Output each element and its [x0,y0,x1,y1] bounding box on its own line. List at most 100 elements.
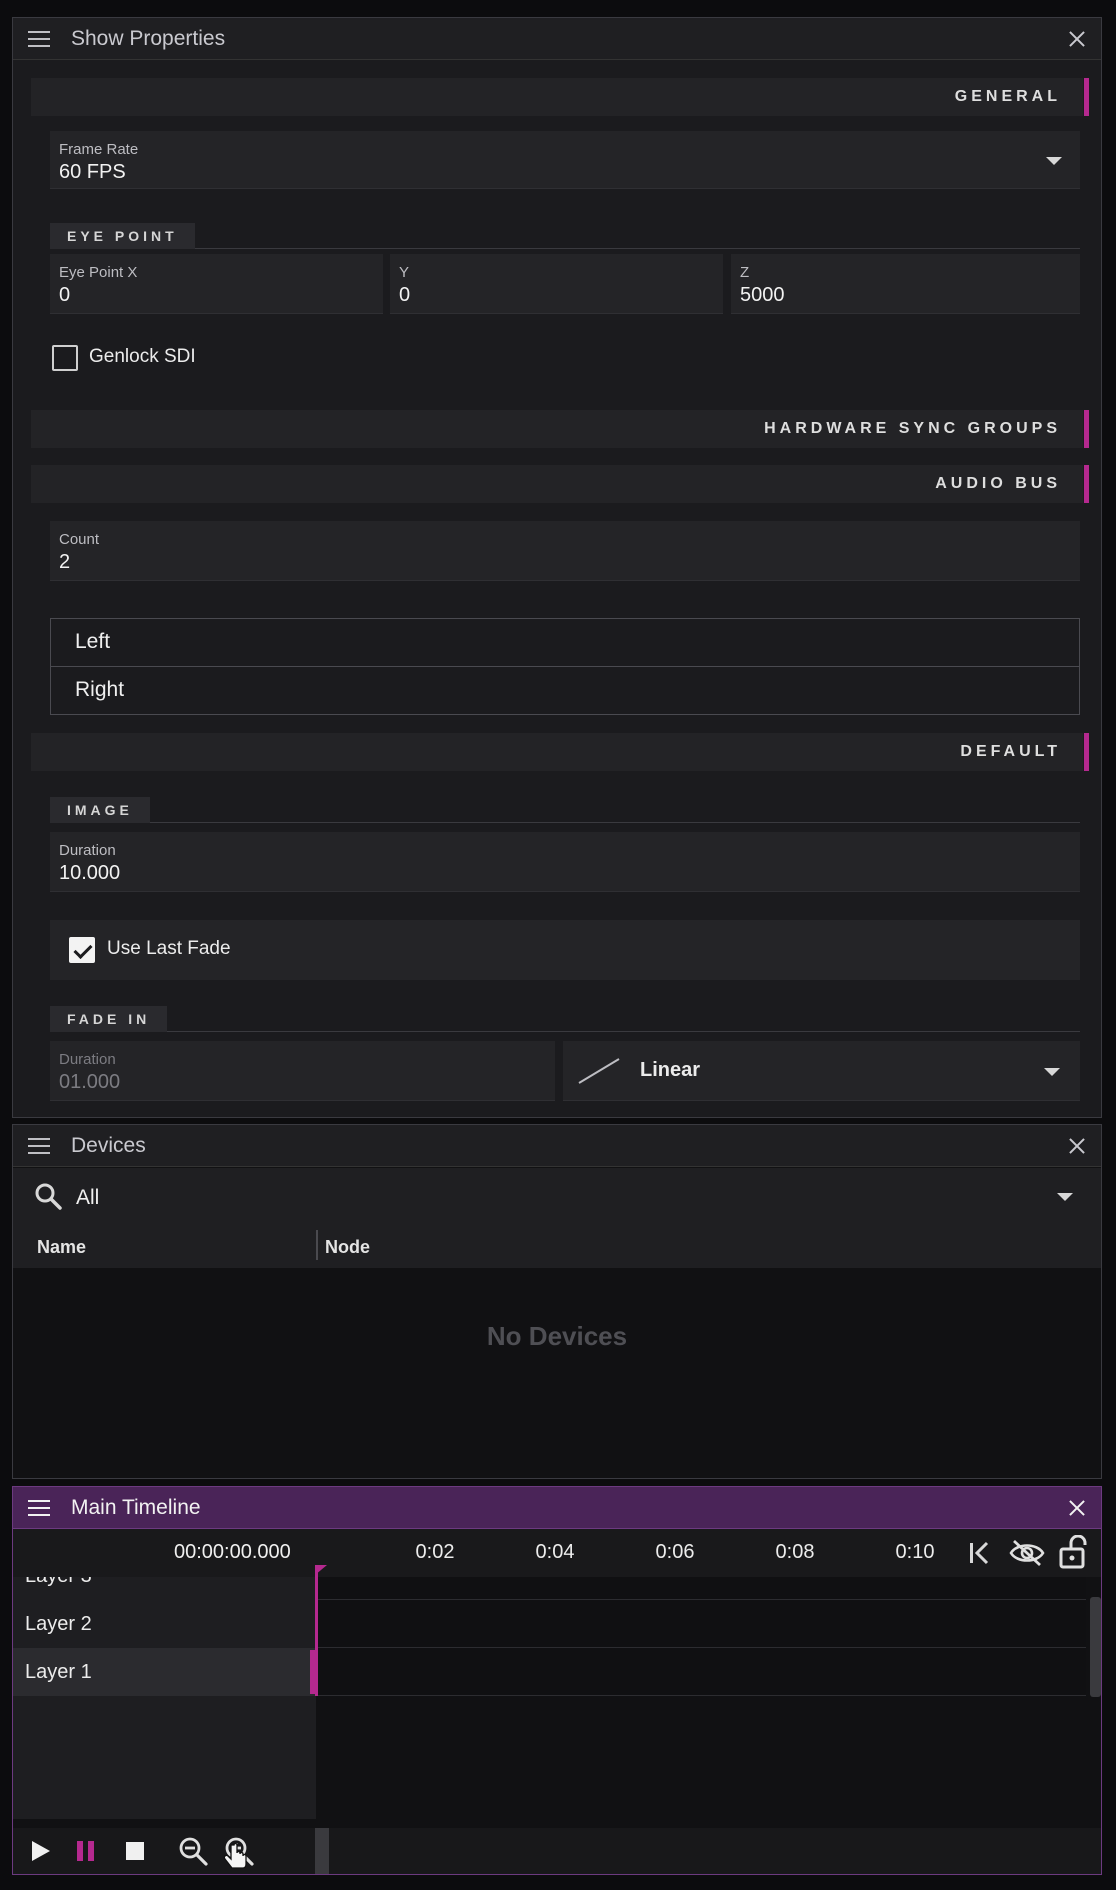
zoom-out-icon[interactable] [178,1836,208,1866]
tick-label: 0:06 [655,1541,695,1563]
audio-count-field[interactable]: Count 2 [50,521,1080,581]
column-name[interactable]: Name [37,1237,86,1258]
track-row[interactable] [316,1577,1086,1600]
visibility-off-icon[interactable] [1009,1538,1045,1568]
fade-in-duration-value: 01.000 [59,1071,121,1093]
eye-point-label: EYE POINT [50,223,195,249]
menu-icon[interactable] [28,30,50,47]
fade-in-subheader: FADE IN [50,1006,1080,1032]
eye-point-x-field[interactable]: Eye Point X 0 [50,254,383,314]
image-duration-value: 10.000 [59,862,121,884]
section-accent [1084,733,1089,771]
tick-label: 0:10 [895,1541,935,1563]
frame-rate-value: 60 FPS [59,161,126,183]
playhead[interactable] [315,1567,318,1696]
close-icon[interactable] [1067,29,1087,49]
chevron-down-icon [1046,157,1062,165]
play-icon[interactable] [29,1839,53,1863]
hand-cursor-icon [223,1842,247,1869]
genlock-sdi-label: Genlock SDI [89,346,196,367]
chevron-down-icon [1057,1193,1073,1201]
tick-label: 0:08 [775,1541,815,1563]
use-last-fade-label: Use Last Fade [107,938,231,959]
track-scrollbar[interactable] [1090,1597,1101,1697]
fade-in-label: FADE IN [50,1006,168,1032]
timeline-titlebar: Main Timeline [13,1487,1101,1529]
column-node[interactable]: Node [325,1237,370,1258]
layer-row[interactable]: Layer 1 [13,1648,315,1696]
track-area[interactable] [316,1577,1101,1819]
eye-point-x-value: 0 [59,284,71,306]
timecode-display: 00:00:00.000 [174,1541,291,1563]
transport-bar [13,1828,1101,1874]
eye-point-y-field[interactable]: Y 0 [390,254,723,314]
menu-icon[interactable] [28,1499,50,1516]
image-label: IMAGE [50,797,150,823]
linear-curve-icon [578,1058,620,1084]
section-hardware-sync-groups[interactable]: HARDWARE SYNC GROUPS [31,410,1089,448]
section-default-label: DEFAULT [960,743,1061,760]
section-default[interactable]: DEFAULT [31,733,1089,771]
section-general-label: GENERAL [954,88,1061,105]
use-last-fade-checkbox[interactable] [69,937,95,963]
device-filter-value: All [76,1186,100,1209]
close-icon[interactable] [1067,1136,1087,1156]
eye-point-x-label: Eye Point X [59,264,138,281]
section-accent [1084,465,1089,503]
layer-row[interactable]: Layer 2 [13,1600,315,1648]
layer-row[interactable]: Layer 3 [13,1577,315,1600]
pause-icon[interactable] [74,1839,98,1863]
search-icon [35,1183,62,1210]
eye-point-z-label: Z [740,264,750,281]
fade-in-duration-field[interactable]: Duration 01.000 [50,1041,555,1101]
eye-point-subheader: EYE POINT [50,223,1080,249]
section-audio-bus[interactable]: AUDIO BUS [31,465,1089,503]
layer-list: Layer 3 Layer 2 Layer 1 [13,1577,316,1819]
section-accent [1084,410,1089,448]
list-item[interactable]: Right [51,667,1079,715]
frame-rate-label: Frame Rate [59,141,139,158]
frame-rate-select[interactable]: Frame Rate 60 FPS [50,131,1080,189]
tick-label: 0:02 [415,1541,455,1563]
menu-icon[interactable] [28,1137,50,1154]
main-timeline-panel: Main Timeline 00:00:00.000 0:02 0:04 0:0… [12,1486,1102,1875]
eye-point-z-value: 5000 [740,284,785,306]
audio-channel-list: Left Right [50,618,1080,715]
show-properties-panel: Show Properties GENERAL Frame Rate 60 FP… [12,17,1102,1118]
fade-curve-value: Linear [640,1059,701,1081]
devices-table-header: Name Node [13,1225,1101,1268]
panel-title: Show Properties [71,26,226,50]
go-to-start-icon[interactable] [967,1540,993,1566]
devices-empty-message: No Devices [486,1321,628,1351]
track-row[interactable] [316,1600,1086,1648]
section-accent [1084,78,1089,116]
genlock-sdi-checkbox[interactable] [52,345,78,371]
section-hardware-sync-label: HARDWARE SYNC GROUPS [764,420,1061,437]
use-last-fade-row: Use Last Fade [50,920,1080,980]
eye-point-y-value: 0 [399,284,411,306]
device-filter-select[interactable]: All [13,1168,1101,1225]
fade-curve-select[interactable]: Linear [563,1041,1080,1101]
image-duration-field[interactable]: Duration 10.000 [50,832,1080,892]
list-item[interactable]: Left [51,619,1079,667]
audio-count-value: 2 [59,551,71,573]
image-subheader: IMAGE [50,797,1080,823]
section-audio-bus-label: AUDIO BUS [935,475,1061,492]
devices-panel: Devices All Name Node No Devices [12,1124,1102,1479]
column-divider[interactable] [316,1230,318,1260]
chevron-down-icon [1044,1068,1060,1076]
lock-open-icon[interactable] [1059,1535,1089,1569]
section-general[interactable]: GENERAL [31,78,1089,116]
playhead-handle[interactable] [315,1565,327,1575]
stop-icon[interactable] [123,1839,147,1863]
eye-point-y-label: Y [399,264,410,281]
timeline-scroll-thumb[interactable] [315,1828,329,1874]
track-row[interactable] [316,1648,1086,1696]
close-icon[interactable] [1067,1498,1087,1518]
timeline-ruler[interactable]: 00:00:00.000 0:02 0:04 0:06 0:08 0:10 [13,1529,1101,1577]
audio-count-label: Count [59,531,100,548]
devices-titlebar: Devices [13,1125,1101,1167]
image-duration-label: Duration [59,842,116,859]
eye-point-z-field[interactable]: Z 5000 [731,254,1080,314]
tick-label: 0:04 [535,1541,575,1563]
